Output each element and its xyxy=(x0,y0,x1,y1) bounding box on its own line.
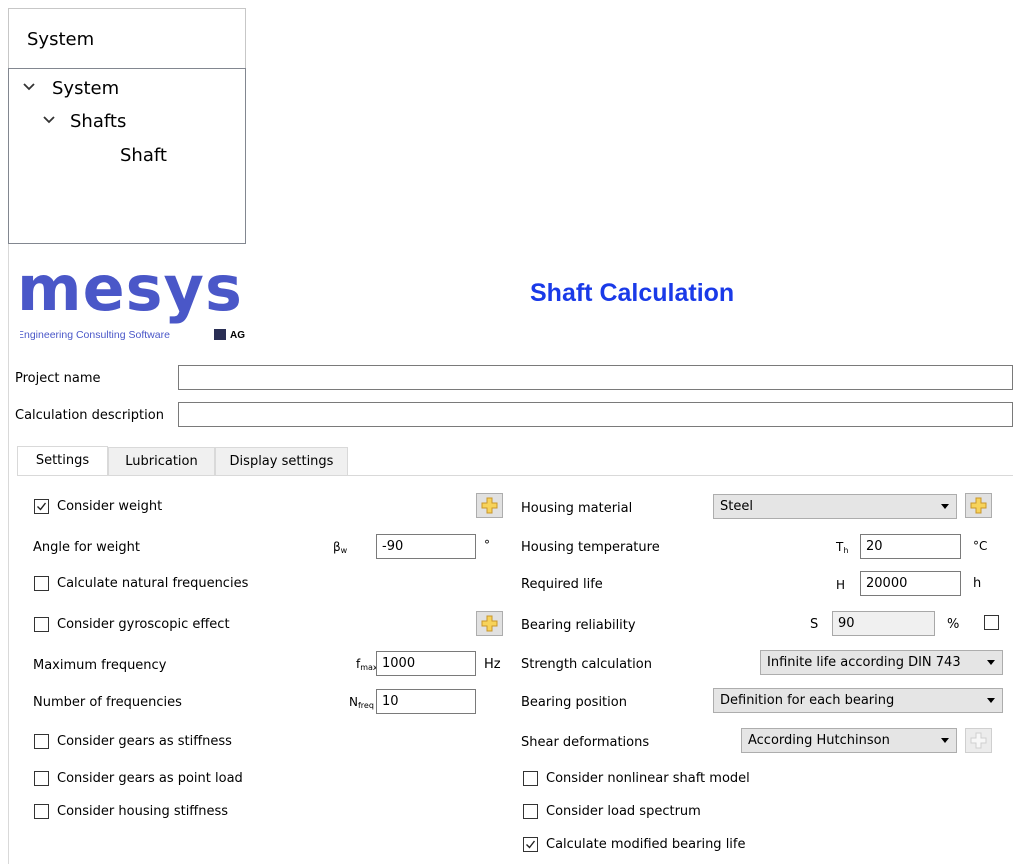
bearing-reliability-unit: % xyxy=(947,617,960,632)
consider-weight-label: Consider weight xyxy=(57,499,163,514)
dropdown-arrow-icon xyxy=(987,660,995,665)
load-spectrum-label: Consider load spectrum xyxy=(546,804,701,819)
gyroscopic-label: Consider gyroscopic effect xyxy=(57,617,230,632)
nonlinear-shaft-label: Consider nonlinear shaft model xyxy=(546,771,750,786)
tree-item-system[interactable]: System xyxy=(22,78,119,99)
plus-icon xyxy=(481,615,498,632)
tree-item-label: Shaft xyxy=(120,145,167,166)
max-frequency-label: Maximum frequency xyxy=(33,658,167,673)
housing-temperature-unit: °C xyxy=(973,539,988,553)
num-frequencies-label: Number of frequencies xyxy=(33,695,182,710)
dropdown-arrow-icon xyxy=(941,738,949,743)
max-frequency-unit: Hz xyxy=(484,657,501,672)
bearing-reliability-symbol: S xyxy=(810,617,819,632)
project-name-label: Project name xyxy=(15,371,101,386)
strength-calculation-value: Infinite life according DIN 743 xyxy=(767,655,961,670)
housing-stiffness-label: Consider housing stiffness xyxy=(57,804,229,819)
num-frequencies-input[interactable]: 10 xyxy=(376,689,476,714)
angle-weight-input[interactable]: -90 xyxy=(376,534,476,559)
logo-tagline: Engineering Consulting Software xyxy=(20,329,170,341)
bearing-reliability-input: 90 xyxy=(832,611,935,636)
calc-description-input[interactable] xyxy=(178,402,1013,427)
tree-item-shaft[interactable]: Shaft xyxy=(120,145,167,166)
housing-material-value: Steel xyxy=(720,499,753,514)
gears-point-load-checkbox[interactable] xyxy=(34,771,49,786)
strength-calculation-label: Strength calculation xyxy=(521,657,652,672)
page-title: Shaft Calculation xyxy=(530,279,735,307)
housing-temperature-symbol: Th xyxy=(836,540,849,555)
shear-deformations-select[interactable]: According Hutchinson xyxy=(741,728,957,753)
housing-temperature-label: Housing temperature xyxy=(521,540,660,555)
housing-temperature-input[interactable]: 20 xyxy=(860,534,961,559)
bearing-position-select[interactable]: Definition for each bearing xyxy=(713,688,1003,713)
gyroscopic-checkbox[interactable] xyxy=(34,617,49,632)
shear-deformations-label: Shear deformations xyxy=(521,735,650,750)
chevron-down-icon[interactable] xyxy=(42,115,62,129)
calc-description-label: Calculation description xyxy=(15,408,164,423)
tab-display-settings[interactable]: Display settings xyxy=(215,447,348,475)
angle-weight-unit: ° xyxy=(484,538,490,552)
dropdown-arrow-icon xyxy=(987,698,995,703)
bearing-reliability-checkbox[interactable] xyxy=(984,615,999,630)
consider-weight-checkbox[interactable] xyxy=(34,499,49,514)
gears-stiffness-label: Consider gears as stiffness xyxy=(57,734,232,749)
housing-material-add-button[interactable] xyxy=(965,493,992,518)
required-life-label: Required life xyxy=(521,577,603,592)
bearing-position-label: Bearing position xyxy=(521,695,627,710)
tree-item-label: System xyxy=(52,78,120,99)
housing-material-label: Housing material xyxy=(521,501,633,516)
housing-stiffness-checkbox[interactable] xyxy=(34,804,49,819)
required-life-symbol: H xyxy=(836,578,846,592)
nonlinear-shaft-checkbox[interactable] xyxy=(523,771,538,786)
shear-deformations-add-button[interactable] xyxy=(965,728,992,753)
tree-item-shafts[interactable]: Shafts xyxy=(42,111,126,132)
modified-bearing-life-checkbox[interactable] xyxy=(523,837,538,852)
angle-weight-symbol: βw xyxy=(333,540,348,555)
tree-item-label: Shafts xyxy=(70,111,127,132)
gears-stiffness-checkbox[interactable] xyxy=(34,734,49,749)
bearing-position-value: Definition for each bearing xyxy=(720,693,895,708)
required-life-input[interactable]: 20000 xyxy=(860,571,961,596)
plus-icon xyxy=(970,732,987,749)
project-name-input[interactable] xyxy=(178,365,1013,390)
weight-settings-button[interactable] xyxy=(476,493,503,518)
strength-calculation-select[interactable]: Infinite life according DIN 743 xyxy=(760,650,1003,675)
plus-icon xyxy=(481,497,498,514)
shear-deformations-value: According Hutchinson xyxy=(748,733,890,748)
tab-lubrication[interactable]: Lubrication xyxy=(108,447,215,475)
gyroscopic-settings-button[interactable] xyxy=(476,611,503,636)
gears-point-load-label: Consider gears as point load xyxy=(57,771,243,786)
modified-bearing-life-label: Calculate modified bearing life xyxy=(546,837,746,852)
chevron-down-icon[interactable] xyxy=(22,82,42,96)
load-spectrum-checkbox[interactable] xyxy=(523,804,538,819)
tab-settings[interactable]: Settings xyxy=(17,446,108,476)
mesys-logo: mesys Engineering Consulting Software AG xyxy=(17,252,310,347)
bearing-reliability-label: Bearing reliability xyxy=(521,618,636,633)
max-frequency-input[interactable]: 1000 xyxy=(376,651,476,676)
housing-material-select[interactable]: Steel xyxy=(713,494,957,519)
dropdown-arrow-icon xyxy=(941,504,949,509)
required-life-unit: h xyxy=(973,576,982,591)
natural-frequencies-checkbox[interactable] xyxy=(34,576,49,591)
plus-icon xyxy=(970,497,987,514)
max-frequency-symbol: fmax xyxy=(356,657,378,672)
angle-weight-label: Angle for weight xyxy=(33,540,140,555)
num-frequencies-symbol: Nfreq xyxy=(349,695,374,710)
logo-word: mesys xyxy=(20,252,243,325)
logo-suffix: AG xyxy=(230,330,245,341)
system-tree-title: System xyxy=(27,29,95,50)
natural-frequencies-label: Calculate natural frequencies xyxy=(57,576,249,591)
